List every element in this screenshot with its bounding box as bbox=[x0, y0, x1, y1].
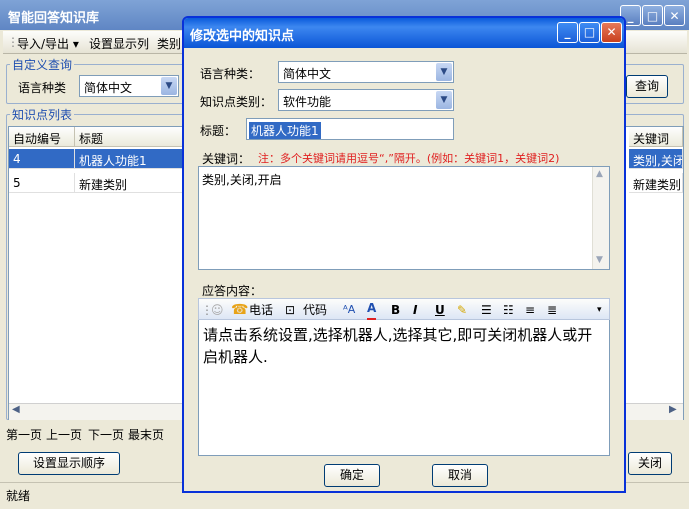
menu-import-export[interactable]: 导入/导出 ▾ bbox=[17, 35, 79, 52]
font-size-icon[interactable]: ᴬA bbox=[343, 302, 355, 318]
menu-category[interactable]: 类别 bbox=[157, 35, 181, 52]
keywords-value: 类别,关闭,开启 bbox=[202, 173, 282, 187]
dialog-lang-value: 简体中文 bbox=[283, 67, 332, 81]
scroll-up-icon[interactable]: ▲ bbox=[596, 169, 603, 179]
keywords-label: 关键词： bbox=[202, 152, 251, 166]
main-close-button[interactable]: 关闭 bbox=[628, 452, 672, 475]
unordered-list-icon[interactable]: ☷ bbox=[503, 302, 514, 318]
display-order-button[interactable]: 设置显示顺序 bbox=[18, 452, 120, 475]
table-cell-keywords[interactable]: 类别,关闭 bbox=[629, 149, 683, 169]
title-input-value: 机器人功能1 bbox=[249, 122, 321, 139]
highlight-icon[interactable]: ✎ bbox=[457, 302, 467, 318]
pager-first[interactable]: 第一页 bbox=[6, 426, 42, 443]
align-left-icon[interactable]: ≡ bbox=[525, 302, 535, 318]
emoji-icon[interactable]: ☺ bbox=[211, 302, 224, 318]
main-window-title: 智能回答知识库 bbox=[8, 11, 100, 26]
table-cell-keywords[interactable]: 新建类别 bbox=[629, 173, 683, 193]
edit-dialog: 修改选中的知识点 _ □ ✕ 语言种类： 简体中文 ▼ 知识点类别： 软件功能 … bbox=[182, 16, 626, 493]
title-input[interactable]: 机器人功能1 bbox=[246, 118, 454, 140]
underline-icon[interactable]: U bbox=[435, 302, 445, 318]
dialog-maximize-button[interactable]: □ bbox=[579, 22, 600, 43]
main-lang-label: 语言种类 bbox=[18, 81, 67, 95]
column-header-keywords[interactable]: 关键词 bbox=[629, 127, 683, 147]
phone-button[interactable]: 电话 bbox=[249, 302, 273, 318]
vertical-scrollbar[interactable]: ▲ ▼ bbox=[592, 167, 609, 269]
keywords-note: 注：多个关键词请用逗号“,”隔开。(例如：关键词1，关键词2) bbox=[258, 152, 560, 165]
code-icon[interactable]: ⊡ bbox=[285, 302, 295, 318]
pager-last[interactable]: 最末页 bbox=[128, 426, 164, 443]
answer-editor[interactable]: 请点击系统设置,选择机器人,选择其它,即可关闭机器人或开启机器人. bbox=[198, 320, 610, 456]
answer-label: 应答内容： bbox=[202, 284, 263, 298]
table-cell-id[interactable]: 4 bbox=[9, 149, 75, 169]
menu-display-settings[interactable]: 设置显示列 bbox=[89, 35, 149, 52]
pager-next[interactable]: 下一页 bbox=[88, 426, 124, 443]
table-cell-title[interactable]: 机器人功能1 bbox=[75, 149, 185, 169]
table-cell-title[interactable]: 新建类别 bbox=[75, 173, 185, 193]
list-group-label: 知识点列表 bbox=[10, 106, 75, 123]
ok-button[interactable]: 确定 bbox=[324, 464, 380, 487]
italic-icon[interactable]: I bbox=[413, 302, 417, 318]
query-group-label: 自定义查询 bbox=[10, 56, 75, 73]
keywords-textarea[interactable]: 类别,关闭,开启 ▲ ▼ bbox=[198, 166, 610, 270]
table-cell-id[interactable]: 5 bbox=[9, 173, 75, 193]
code-button[interactable]: 代码 bbox=[303, 302, 327, 318]
dialog-lang-select[interactable]: 简体中文 ▼ bbox=[278, 61, 454, 83]
dialog-title: 修改选中的知识点 bbox=[190, 29, 295, 44]
scroll-left-icon[interactable]: ◀ bbox=[12, 404, 20, 415]
title-label: 标题： bbox=[200, 124, 237, 138]
category-value: 软件功能 bbox=[283, 95, 332, 109]
chevron-down-icon: ▼ bbox=[161, 77, 177, 95]
column-header-id[interactable]: 自动编号 bbox=[9, 127, 75, 147]
status-text: 就绪 bbox=[6, 489, 31, 503]
chevron-down-icon: ▼ bbox=[436, 91, 452, 109]
query-button[interactable]: 查询 bbox=[626, 75, 668, 98]
answer-content: 请点击系统设置,选择机器人,选择其它,即可关闭机器人或开启机器人. bbox=[203, 326, 593, 366]
main-lang-value: 简体中文 bbox=[84, 81, 133, 95]
ordered-list-icon[interactable]: ☰ bbox=[481, 302, 492, 318]
editor-toolbar: ⋮ ☺ ☎ 电话 ⊡ 代码 ᴬA A B I U ✎ ☰ ☷ ≡ ≣ ▾ bbox=[198, 298, 610, 321]
cancel-button[interactable]: 取消 bbox=[432, 464, 488, 487]
scroll-right-icon[interactable]: ▶ bbox=[669, 404, 677, 415]
dialog-lang-label: 语言种类： bbox=[200, 67, 261, 81]
bold-icon[interactable]: B bbox=[391, 302, 400, 318]
pager-prev[interactable]: 上一页 bbox=[46, 426, 82, 443]
chevron-down-icon: ▼ bbox=[436, 63, 452, 81]
dialog-minimize-button[interactable]: _ bbox=[557, 22, 578, 43]
align-center-icon[interactable]: ≣ bbox=[547, 302, 557, 318]
scroll-down-icon[interactable]: ▼ bbox=[596, 255, 603, 265]
close-window-button[interactable]: ✕ bbox=[664, 5, 685, 26]
column-header-title[interactable]: 标题 bbox=[75, 127, 185, 147]
font-color-icon[interactable]: A bbox=[367, 302, 377, 321]
dialog-close-button[interactable]: ✕ bbox=[601, 22, 622, 43]
category-label: 知识点类别： bbox=[200, 95, 273, 109]
dialog-title-bar: 修改选中的知识点 _ □ ✕ bbox=[184, 18, 624, 48]
category-select[interactable]: 软件功能 ▼ bbox=[278, 89, 454, 111]
phone-icon[interactable]: ☎ bbox=[231, 302, 248, 318]
maximize-button[interactable]: □ bbox=[642, 5, 663, 26]
toolbar-overflow-icon[interactable]: ▾ bbox=[597, 302, 602, 318]
main-lang-select[interactable]: 简体中文 ▼ bbox=[79, 75, 179, 97]
